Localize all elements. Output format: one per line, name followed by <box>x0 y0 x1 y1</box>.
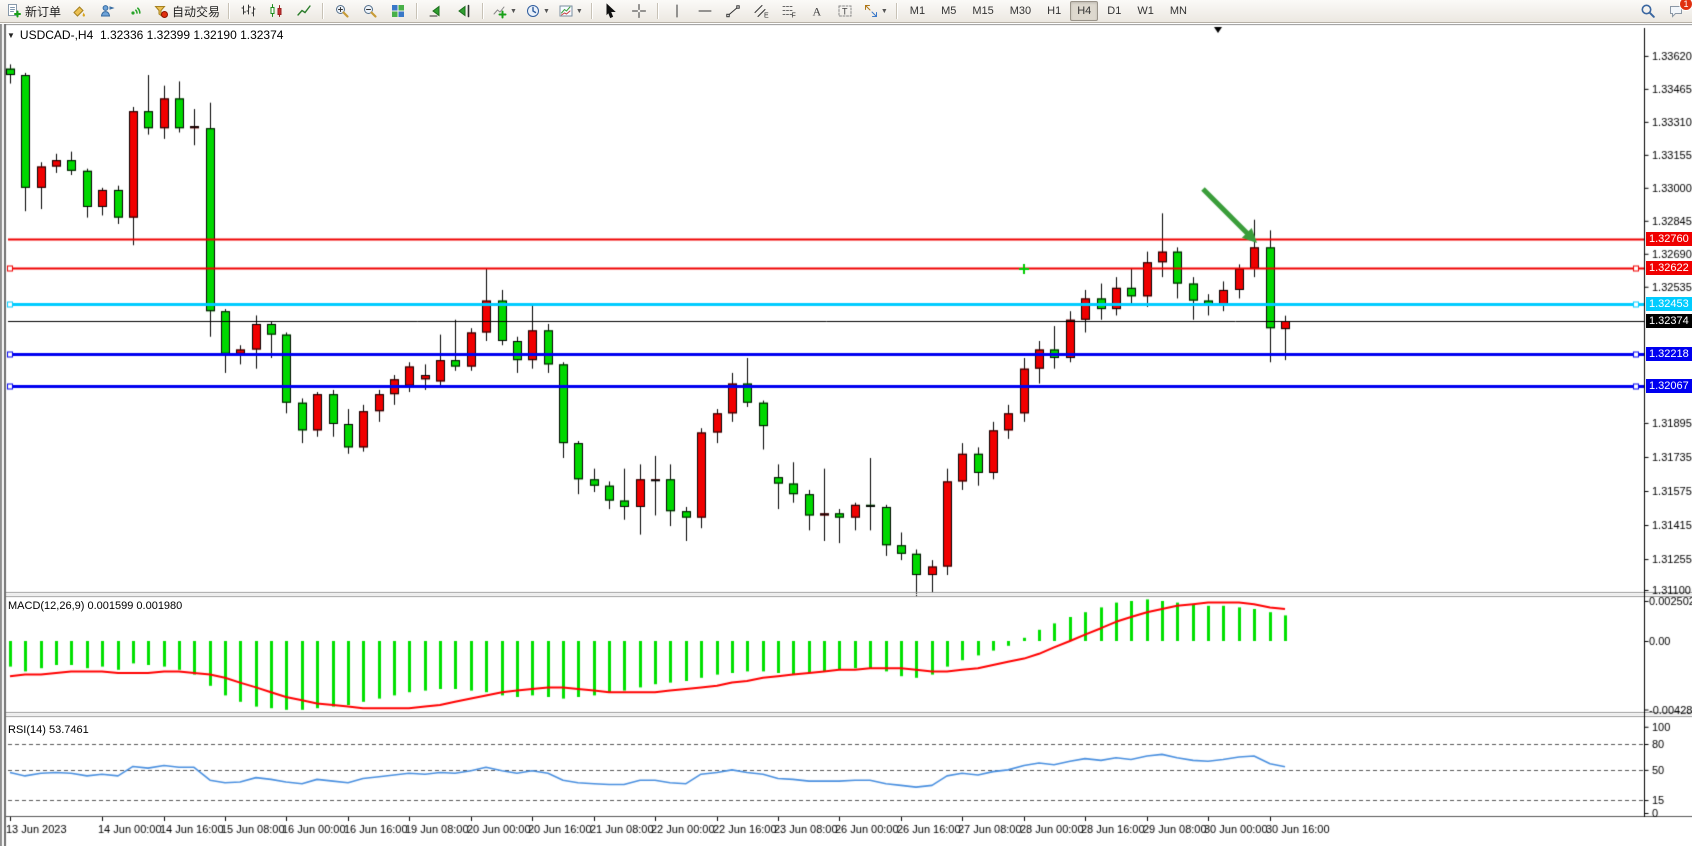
horizontal-line-button[interactable] <box>692 0 718 22</box>
timeframe-h4-button[interactable]: H4 <box>1070 1 1098 21</box>
main-toolbar: 新订单 自动交易 ▼ ▼ ▼ E F A T ▼ M1M5M15M30H1H4D1W1MN 1 <box>0 0 1692 23</box>
vertical-line-button[interactable] <box>664 0 690 22</box>
text-icon: A <box>809 3 825 19</box>
zoom-in-icon <box>334 3 350 19</box>
market-icon <box>99 3 115 19</box>
search-button[interactable] <box>1635 0 1661 22</box>
equidistant-channel-button[interactable]: E <box>748 0 774 22</box>
timeframe-m5-button[interactable]: M5 <box>934 1 963 21</box>
toolbar-separator <box>322 3 324 19</box>
indicators-button[interactable]: ▼ <box>489 0 520 22</box>
chevron-down-icon: ▼ <box>510 8 517 15</box>
svg-text:E: E <box>764 13 769 20</box>
toolbar-separator <box>228 3 230 19</box>
toolbar-separator <box>416 3 418 19</box>
styler-icon <box>71 3 87 19</box>
chart-shift-button[interactable] <box>451 0 477 22</box>
timeframe-w1-button[interactable]: W1 <box>1130 1 1161 21</box>
crosshair-button[interactable] <box>626 0 652 22</box>
svg-text:T: T <box>842 7 848 17</box>
arrows-icon <box>863 3 879 19</box>
arrows-button[interactable]: ▼ <box>860 0 891 22</box>
autotrade-icon <box>153 3 169 19</box>
zoom-out-icon <box>362 3 378 19</box>
timeframe-mn-button[interactable]: MN <box>1163 1 1194 21</box>
chevron-down-icon: ▼ <box>576 8 583 15</box>
styler-button[interactable] <box>66 0 92 22</box>
line-chart-icon <box>296 3 312 19</box>
chevron-down-icon: ▼ <box>881 8 888 15</box>
mt4-application: 新订单 自动交易 ▼ ▼ ▼ E F A T ▼ M1M5M15M30H1H4D1W1MN 1 ▼US… <box>0 0 1692 846</box>
bar-chart-icon <box>240 3 256 19</box>
new-order-icon <box>6 3 22 19</box>
toolbar-separator <box>591 3 593 19</box>
autotrade-label: 自动交易 <box>172 3 220 20</box>
crosshair-icon <box>631 3 647 19</box>
toolbar-separator <box>896 3 898 19</box>
toolbar-separator <box>482 3 484 19</box>
templates-icon <box>558 3 574 19</box>
new-order-label: 新订单 <box>25 3 61 20</box>
periods-button[interactable]: ▼ <box>522 0 553 22</box>
templates-button[interactable]: ▼ <box>555 0 586 22</box>
svg-text:A: A <box>812 5 821 19</box>
auto-scroll-icon <box>428 3 444 19</box>
bar-chart-button[interactable] <box>235 0 261 22</box>
timeframe-h1-button[interactable]: H1 <box>1040 1 1068 21</box>
price-chart-canvas[interactable] <box>0 24 1692 846</box>
line-chart-button[interactable] <box>291 0 317 22</box>
timeframe-d1-button[interactable]: D1 <box>1100 1 1128 21</box>
tile-windows-button[interactable] <box>385 0 411 22</box>
candlestick-chart-button[interactable] <box>263 0 289 22</box>
auto-scroll-button[interactable] <box>423 0 449 22</box>
trendline-icon <box>725 3 741 19</box>
vertical-line-icon <box>669 3 685 19</box>
signals-button[interactable] <box>122 0 148 22</box>
fibonacci-icon: F <box>781 3 797 19</box>
cursor-button[interactable] <box>598 0 624 22</box>
trendline-button[interactable] <box>720 0 746 22</box>
chevron-down-icon: ▼ <box>543 8 550 15</box>
indicators-icon <box>492 3 508 19</box>
zoom-in-button[interactable] <box>329 0 355 22</box>
fibonacci-button[interactable]: F <box>776 0 802 22</box>
timeframe-m15-button[interactable]: M15 <box>965 1 1000 21</box>
signals-icon <box>127 3 143 19</box>
timeframe-m1-button[interactable]: M1 <box>903 1 932 21</box>
notification-badge: 1 <box>1679 0 1692 11</box>
candlestick-chart-icon <box>268 3 284 19</box>
horizontal-line-icon <box>697 3 713 19</box>
market-button[interactable] <box>94 0 120 22</box>
text-label-button[interactable]: T <box>832 0 858 22</box>
cursor-icon <box>603 3 619 19</box>
timeframe-m30-button[interactable]: M30 <box>1003 1 1038 21</box>
text-label-icon: T <box>837 3 853 19</box>
zoom-out-button[interactable] <box>357 0 383 22</box>
search-icon <box>1640 3 1656 19</box>
autotrade-button[interactable]: 自动交易 <box>150 0 223 22</box>
svg-text:F: F <box>791 13 795 20</box>
toolbar-separator <box>657 3 659 19</box>
text-button[interactable]: A <box>804 0 830 22</box>
chart-shift-icon <box>456 3 472 19</box>
equidistant-channel-icon: E <box>753 3 769 19</box>
periods-icon <box>525 3 541 19</box>
chart-window: ▼USDCAD-,H4 1.32336 1.32399 1.32190 1.32… <box>0 24 1692 846</box>
new-order-button[interactable]: 新订单 <box>3 0 64 22</box>
tile-windows-icon <box>390 3 406 19</box>
notifications-button[interactable]: 1 <box>1663 0 1689 22</box>
